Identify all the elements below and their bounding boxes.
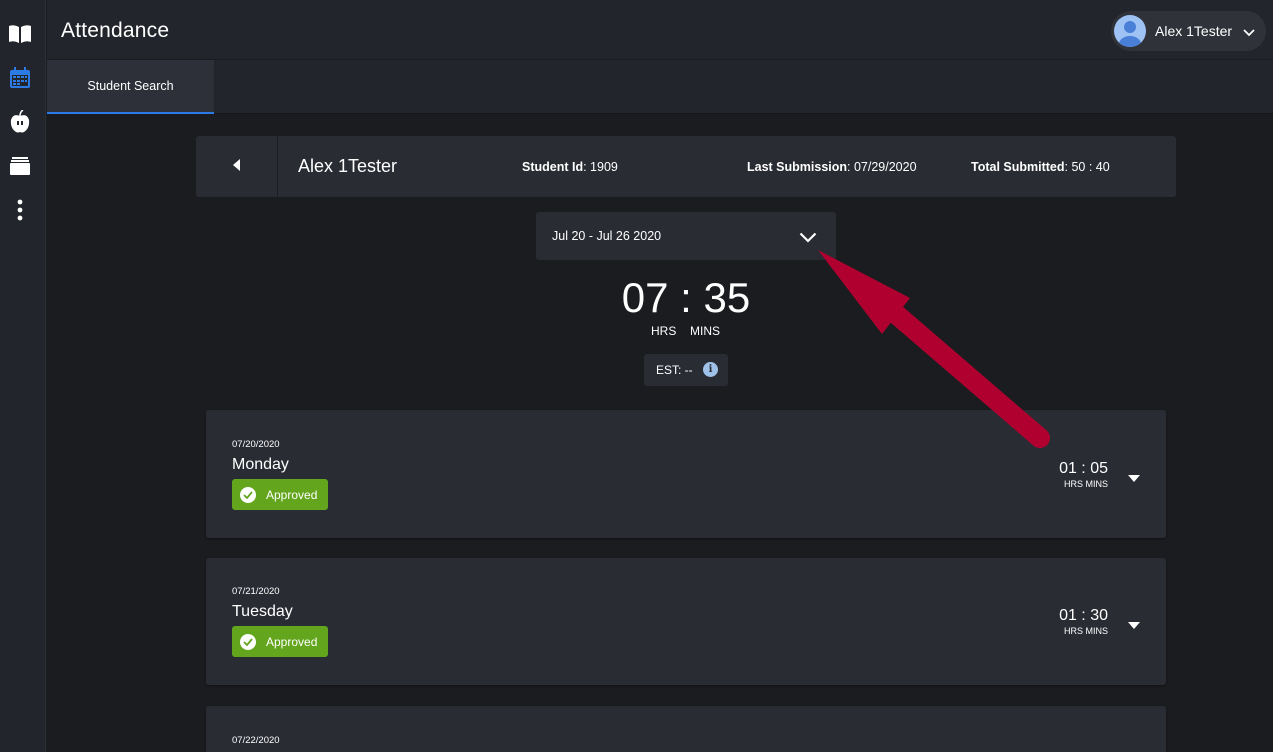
hrs-label: HRS <box>651 324 677 338</box>
student-info-card: Alex 1Tester Student Id: 1909 Last Submi… <box>196 136 1176 197</box>
apple-icon[interactable] <box>7 109 33 135</box>
week-select-value: Jul 20 - Jul 26 2020 <box>552 229 662 243</box>
day-time-labels: HRS MINS <box>1063 479 1108 489</box>
day-card[interactable]: 07/20/2020 Monday Approved 01 : 05 HRS M… <box>206 410 1166 538</box>
caret-down-icon[interactable] <box>1128 469 1140 487</box>
day-card[interactable]: 07/22/2020 <box>206 706 1166 752</box>
chevron-down-icon <box>1243 24 1255 42</box>
tab-student-search[interactable]: Student Search <box>47 60 214 114</box>
last-submission: Last Submission: 07/29/2020 <box>747 160 917 174</box>
est-pill: EST: -- i <box>644 354 728 386</box>
status-label: Approved <box>266 634 318 649</box>
page-title: Attendance <box>61 19 170 42</box>
back-button[interactable] <box>196 136 278 197</box>
status-label: Approved <box>266 487 318 502</box>
top-header: Attendance Alex 1Tester <box>47 0 1273 60</box>
day-date: 07/22/2020 <box>232 735 280 746</box>
tab-bar: Student Search <box>47 60 1273 114</box>
chevron-down-icon <box>799 230 817 248</box>
calendar-icon[interactable] <box>7 65 33 91</box>
status-badge: Approved <box>232 626 328 657</box>
day-time: 01 : 30 <box>1059 607 1108 624</box>
week-select-dropdown[interactable]: Jul 20 - Jul 26 2020 <box>536 212 836 260</box>
est-label: EST: -- <box>656 363 693 377</box>
total-time: 07 : 35 <box>621 274 751 321</box>
day-date: 07/21/2020 <box>232 586 280 597</box>
status-badge: Approved <box>232 479 328 510</box>
day-time: 01 : 05 <box>1059 460 1108 477</box>
more-vertical-icon[interactable] <box>7 197 33 223</box>
mins-label: MINS <box>690 324 720 338</box>
day-name: Monday <box>232 456 289 473</box>
check-circle-icon <box>240 633 256 650</box>
info-icon[interactable]: i <box>703 362 718 377</box>
day-name: Tuesday <box>232 603 293 620</box>
day-time-labels: HRS MINS <box>1063 626 1108 636</box>
day-card[interactable]: 07/21/2020 Tuesday Approved 01 : 30 HRS … <box>206 558 1166 685</box>
left-nav-rail <box>0 0 46 752</box>
check-circle-icon <box>240 486 256 503</box>
user-menu-button[interactable]: Alex 1Tester <box>1111 11 1266 51</box>
student-id: Student Id: 1909 <box>522 160 618 174</box>
book-icon[interactable] <box>7 21 33 47</box>
total-submitted: Total Submitted: 50 : 40 <box>971 160 1110 174</box>
caret-left-icon <box>232 158 241 176</box>
day-date: 07/20/2020 <box>232 439 280 450</box>
user-name: Alex 1Tester <box>1155 23 1233 39</box>
avatar <box>1114 15 1146 47</box>
caret-down-icon[interactable] <box>1128 616 1140 634</box>
student-name: Alex 1Tester <box>298 156 398 176</box>
folder-icon[interactable] <box>7 153 33 179</box>
